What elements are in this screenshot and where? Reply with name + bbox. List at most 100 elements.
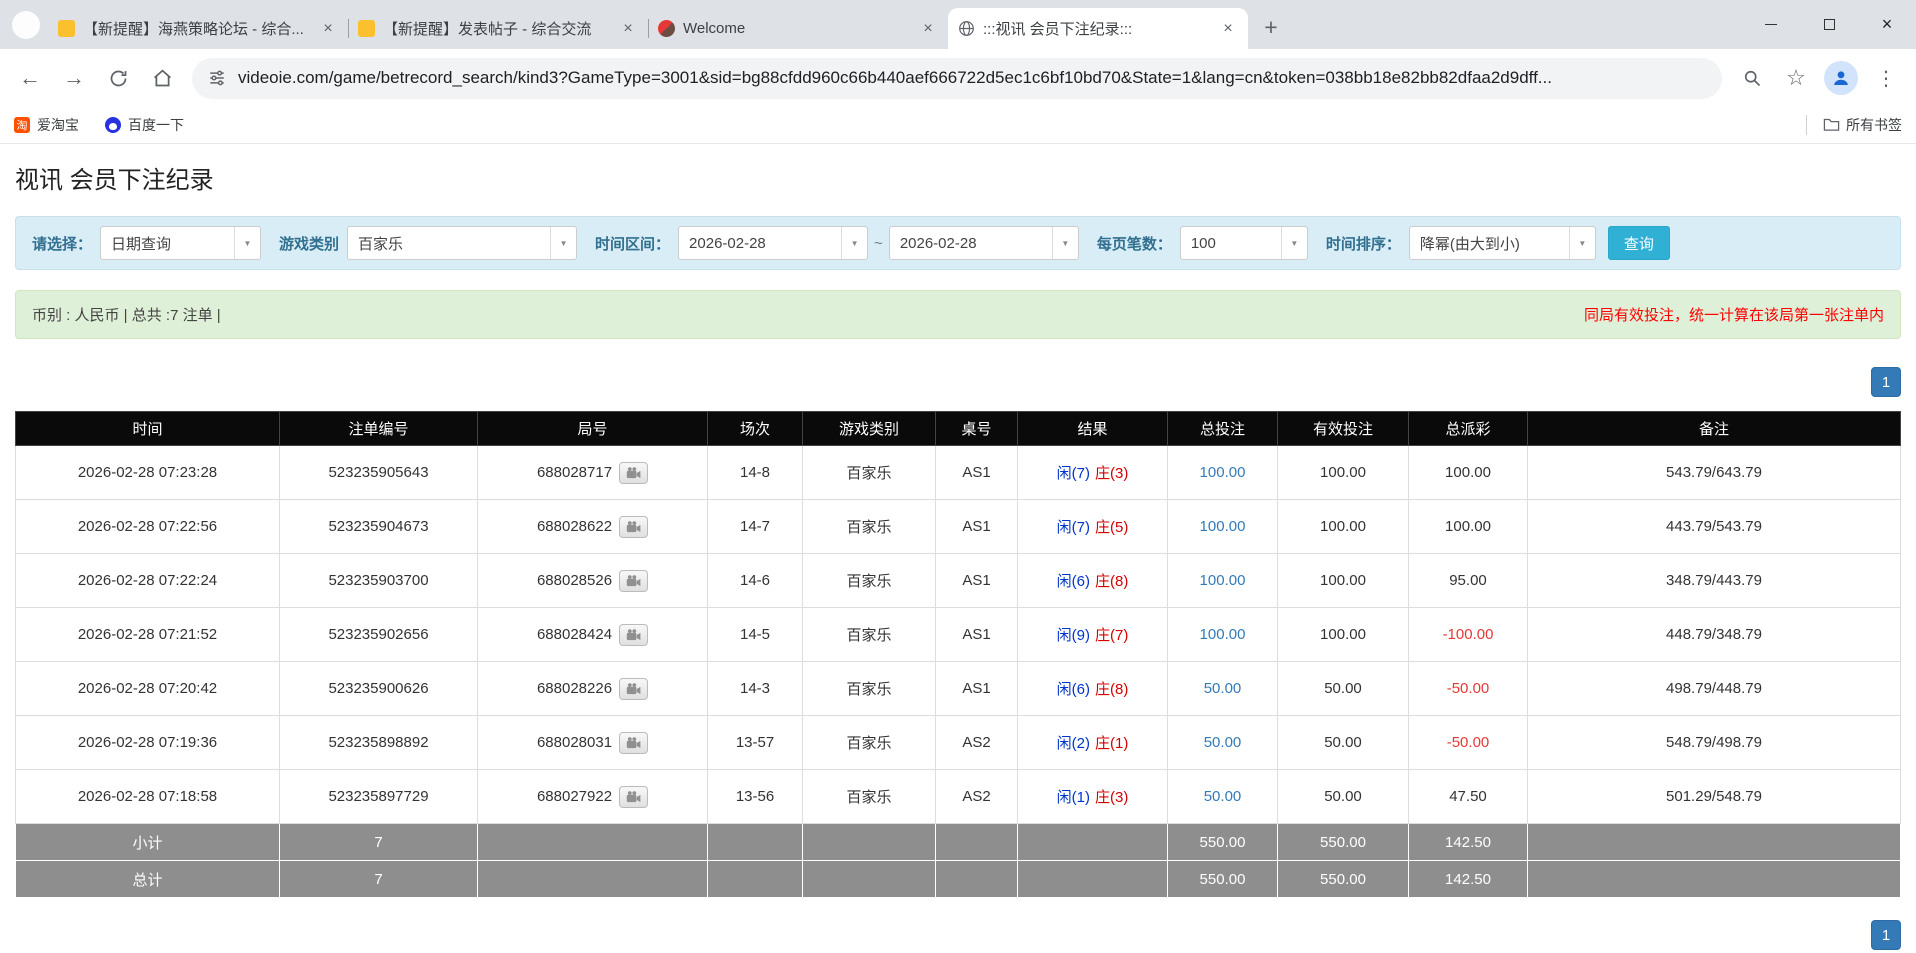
video-replay-button[interactable] <box>619 624 648 646</box>
col-round: 局号 <box>478 412 708 446</box>
banker-result: 庄(5) <box>1095 519 1128 536</box>
payout-cell: 95.00 <box>1409 554 1528 608</box>
col-table-no: 桌号 <box>936 412 1018 446</box>
reload-button[interactable] <box>98 58 138 98</box>
maximize-button[interactable] <box>1800 0 1858 49</box>
pagination-top: 1 <box>15 367 1901 397</box>
menu-icon[interactable]: ⋮ <box>1866 58 1906 98</box>
camera-icon <box>626 629 641 641</box>
currency-total-text: 币别 : 人民币 | 总共 :7 注单 | <box>32 304 221 325</box>
round-number: 688028424 <box>537 626 612 643</box>
bet-id-cell: 523235902656 <box>280 608 478 662</box>
close-window-button[interactable]: × <box>1858 0 1916 49</box>
minimize-icon <box>1765 24 1777 25</box>
subtotal-row: 小计 7 550.00 550.00 142.50 <box>16 824 1901 861</box>
payout-cell: -50.00 <box>1409 716 1528 770</box>
video-replay-button[interactable] <box>619 570 648 592</box>
query-type-select[interactable]: 日期查询 ▼ <box>100 226 261 260</box>
subtotal-label: 小计 <box>16 824 280 861</box>
tab-forum-2[interactable]: 【新提醒】发表帖子 - 综合交流 × <box>348 8 648 49</box>
banker-result: 庄(7) <box>1095 627 1128 644</box>
sort-order-select[interactable]: 降幂(由大到小) ▼ <box>1409 226 1596 260</box>
time-range-label: 时间区间： <box>595 233 670 254</box>
session-cell: 14-7 <box>708 500 803 554</box>
valid-bet-cell: 100.00 <box>1278 446 1409 500</box>
tab-bet-records[interactable]: :::视讯 会员下注纪录::: × <box>948 8 1248 49</box>
game-type-cell: 百家乐 <box>803 770 936 824</box>
player-result: 闲(9) <box>1057 627 1090 644</box>
round-number: 688028526 <box>537 572 612 589</box>
url-text: videoie.com/game/betrecord_search/kind3?… <box>238 68 1552 88</box>
home-button[interactable] <box>142 58 182 98</box>
video-replay-button[interactable] <box>619 732 648 754</box>
total-bet-cell[interactable]: 100.00 <box>1168 608 1278 662</box>
date-from-value: 2026-02-28 <box>679 235 841 252</box>
round-cell: 688028622 <box>478 500 708 554</box>
tab-title: :::视讯 会员下注纪录::: <box>983 18 1210 39</box>
date-from-select[interactable]: 2026-02-28 ▼ <box>678 226 868 260</box>
session-cell: 13-56 <box>708 770 803 824</box>
back-button[interactable]: ← <box>10 58 50 98</box>
total-bet-cell[interactable]: 100.00 <box>1168 554 1278 608</box>
video-replay-button[interactable] <box>619 462 648 484</box>
round-cell: 688028226 <box>478 662 708 716</box>
total-label: 总计 <box>16 861 280 898</box>
note-cell: 443.79/543.79 <box>1528 500 1901 554</box>
col-result: 结果 <box>1018 412 1168 446</box>
date-to-select[interactable]: 2026-02-28 ▼ <box>889 226 1079 260</box>
close-tab-icon[interactable]: × <box>618 19 638 39</box>
table-header-row: 时间 注单编号 局号 场次 游戏类别 桌号 结果 总投注 有效投注 总派彩 备注 <box>16 412 1901 446</box>
page-1-button[interactable]: 1 <box>1871 367 1901 397</box>
site-info-icon[interactable] <box>208 69 226 87</box>
total-total-bet: 550.00 <box>1168 861 1278 898</box>
video-replay-button[interactable] <box>619 678 648 700</box>
tab-forum-1[interactable]: 【新提醒】海燕策略论坛 - 综合... × <box>48 8 348 49</box>
tab-title: Welcome <box>683 20 910 37</box>
total-bet-cell[interactable]: 50.00 <box>1168 716 1278 770</box>
round-number: 688028031 <box>537 734 612 751</box>
bookmark-label: 百度一下 <box>128 115 184 135</box>
total-bet-cell[interactable]: 50.00 <box>1168 662 1278 716</box>
forward-button[interactable]: → <box>54 58 94 98</box>
video-replay-button[interactable] <box>619 786 648 808</box>
tab-welcome[interactable]: Welcome × <box>648 8 948 49</box>
close-tab-icon[interactable]: × <box>918 19 938 39</box>
bookmark-baidu[interactable]: 百度一下 <box>105 115 184 135</box>
valid-bet-cell: 100.00 <box>1278 608 1409 662</box>
close-tab-icon[interactable]: × <box>1218 19 1238 39</box>
zoom-icon[interactable] <box>1732 58 1772 98</box>
bookmark-aitaobao[interactable]: 淘 爱淘宝 <box>14 115 79 135</box>
page-1-button[interactable]: 1 <box>1871 920 1901 950</box>
round-cell: 688027922 <box>478 770 708 824</box>
total-bet-cell[interactable]: 100.00 <box>1168 446 1278 500</box>
camera-icon <box>626 737 641 749</box>
summary-bar: 币别 : 人民币 | 总共 :7 注单 | 同局有效投注，统一计算在该局第一张注… <box>15 290 1901 339</box>
note-cell: 448.79/348.79 <box>1528 608 1901 662</box>
minimize-button[interactable] <box>1742 0 1800 49</box>
tab-search-button[interactable] <box>12 11 40 39</box>
search-button[interactable]: 查询 <box>1608 226 1670 260</box>
game-type-label: 游戏类别 <box>279 233 339 254</box>
total-bet-cell[interactable]: 100.00 <box>1168 500 1278 554</box>
all-bookmarks-label: 所有书签 <box>1846 115 1902 135</box>
total-bet-cell[interactable]: 50.00 <box>1168 770 1278 824</box>
bet-id-cell: 523235900626 <box>280 662 478 716</box>
round-number: 688028717 <box>537 464 612 481</box>
taobao-icon: 淘 <box>14 117 30 133</box>
all-bookmarks-button[interactable]: 所有书签 <box>1823 115 1902 135</box>
player-result: 闲(7) <box>1057 465 1090 482</box>
subtotal-total-bet: 550.00 <box>1168 824 1278 861</box>
result-cell: 闲(7)庄(5) <box>1018 500 1168 554</box>
chevron-down-icon: ▼ <box>1569 227 1595 259</box>
video-replay-button[interactable] <box>619 516 648 538</box>
profile-avatar[interactable] <box>1824 61 1858 95</box>
banker-result: 庄(3) <box>1095 789 1128 806</box>
page-size-select[interactable]: 100 ▼ <box>1180 226 1308 260</box>
close-tab-icon[interactable]: × <box>318 19 338 39</box>
maximize-icon <box>1824 19 1835 30</box>
round-cell: 688028717 <box>478 446 708 500</box>
new-tab-button[interactable]: + <box>1254 10 1288 44</box>
game-type-select[interactable]: 百家乐 ▼ <box>347 226 577 260</box>
bookmark-star-icon[interactable]: ☆ <box>1776 58 1816 98</box>
address-bar[interactable]: videoie.com/game/betrecord_search/kind3?… <box>192 58 1722 99</box>
